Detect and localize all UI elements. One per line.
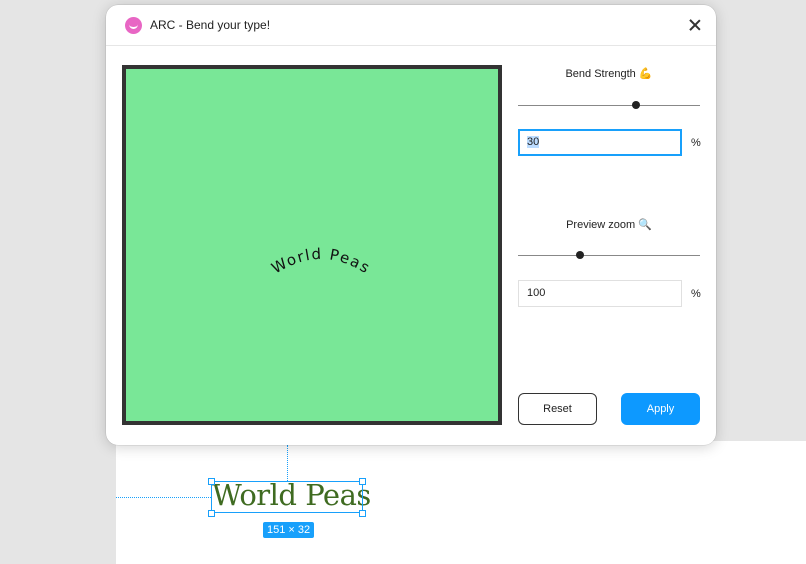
arc-preview-text: World Peas — [268, 245, 374, 278]
horizontal-guide — [116, 497, 211, 498]
preview-zoom-input[interactable]: 100 — [518, 280, 682, 307]
slider-track — [518, 105, 700, 106]
plugin-dialog: ARC - Bend your type! World Peas Bend St… — [106, 5, 716, 445]
preview-panel: World Peas — [122, 65, 502, 425]
close-icon[interactable] — [687, 17, 703, 33]
dialog-title: ARC - Bend your type! — [150, 18, 271, 32]
size-badge: 151 × 32 — [263, 522, 315, 538]
preview-zoom-slider[interactable] — [518, 250, 700, 260]
bend-strength-slider[interactable] — [518, 100, 700, 110]
arc-text-path: World Peas — [268, 245, 372, 278]
reset-button[interactable]: Reset — [518, 393, 597, 425]
svg-text:World Peas: World Peas — [268, 245, 374, 278]
slider-track — [518, 255, 700, 256]
zoom-value-text: 100 — [527, 287, 546, 299]
slider-thumb[interactable] — [632, 101, 640, 109]
resize-handle-bottom-right[interactable] — [359, 510, 366, 517]
bend-unit-label: % — [691, 137, 701, 149]
preview-zoom-label: Preview zoom 🔍 — [566, 219, 652, 231]
resize-handle-bottom-left[interactable] — [208, 510, 215, 517]
bend-strength-input[interactable]: 30 — [518, 129, 682, 156]
bend-strength-label: Bend Strength 💪 — [565, 68, 653, 80]
title-bar: ARC - Bend your type! — [106, 5, 716, 46]
bend-value-text: 30 — [527, 136, 540, 148]
apply-button[interactable]: Apply — [621, 393, 700, 425]
resize-handle-top-left[interactable] — [208, 478, 215, 485]
selection-box[interactable] — [211, 481, 363, 513]
zoom-unit-label: % — [691, 288, 701, 300]
plugin-logo-icon — [125, 17, 142, 34]
slider-thumb[interactable] — [576, 251, 584, 259]
resize-handle-top-right[interactable] — [359, 478, 366, 485]
vertical-guide — [287, 445, 288, 481]
